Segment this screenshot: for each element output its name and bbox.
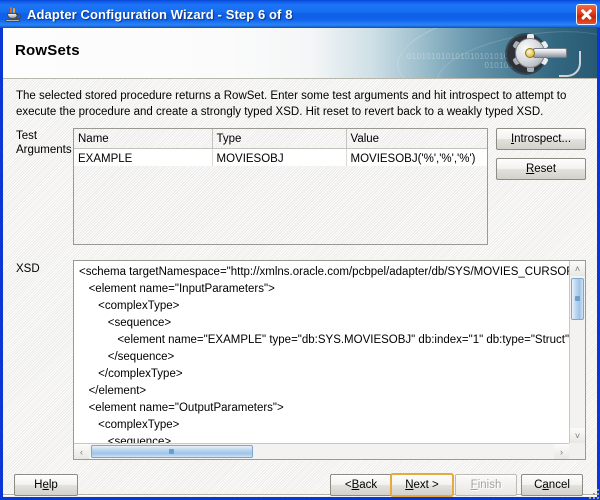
vertical-scrollbar-thumb[interactable] bbox=[571, 278, 584, 320]
test-arguments-label-line1: Test bbox=[16, 130, 38, 142]
introspect-button[interactable]: Introspect... bbox=[496, 128, 586, 150]
scroll-right-icon[interactable]: › bbox=[554, 444, 569, 459]
title-bar: Adapter Configuration Wizard - Step 6 of… bbox=[0, 0, 600, 28]
help-button[interactable]: He lp bbox=[14, 474, 78, 496]
scroll-down-icon[interactable]: ˅ bbox=[570, 428, 585, 443]
table-empty-area bbox=[74, 166, 487, 244]
scroll-up-icon[interactable]: ˄ bbox=[570, 261, 585, 276]
horizontal-scrollbar-thumb[interactable] bbox=[91, 445, 253, 458]
cancel-label-post: ncel bbox=[548, 479, 570, 491]
table-header-row: Name Type Value bbox=[74, 129, 487, 149]
xsd-text-area[interactable]: <schema targetNamespace="http://xmlns.or… bbox=[73, 260, 586, 460]
back-mnemonic: B bbox=[351, 479, 360, 491]
page-title: RowSets bbox=[15, 42, 80, 59]
dialog-client-area: 01010101010101010101010101 0101010101 Ro… bbox=[3, 28, 597, 497]
finish-button: Finish bbox=[455, 474, 517, 496]
xsd-line: <element name="OutputParameters"> bbox=[79, 402, 284, 414]
xsd-line: <complexType> bbox=[79, 419, 180, 431]
reset-button[interactable]: Reset bbox=[496, 158, 586, 180]
java-coffee-cup-icon bbox=[4, 5, 22, 23]
test-arguments-label-line2: Arguments bbox=[16, 144, 72, 156]
cancel-label-pre: C bbox=[534, 479, 543, 491]
introspect-label-rest: ntrospect... bbox=[514, 133, 572, 145]
xsd-line: </sequence> bbox=[79, 351, 175, 363]
finish-label-post: inish bbox=[477, 479, 502, 491]
next-mnemonic: N bbox=[405, 479, 414, 491]
reset-label-rest: eset bbox=[534, 163, 557, 175]
next-label-post: ext > bbox=[413, 479, 439, 491]
xsd-line: <complexType> bbox=[79, 300, 180, 312]
xsd-line: <element name="InputParameters"> bbox=[79, 283, 275, 295]
xsd-line: <schema targetNamespace="http://xmlns.or… bbox=[79, 266, 569, 278]
xsd-line: <sequence> bbox=[79, 317, 172, 329]
xsd-line: <element name="EXAMPLE" type="db:SYS.MOV… bbox=[79, 334, 569, 346]
reset-mnemonic: R bbox=[525, 163, 535, 175]
page-banner: 01010101010101010101010101 0101010101 Ro… bbox=[3, 28, 597, 79]
window-title: Adapter Configuration Wizard - Step 6 of… bbox=[27, 6, 293, 22]
xsd-horizontal-scrollbar[interactable]: ‹ › bbox=[74, 443, 569, 459]
back-label-pre: < bbox=[344, 479, 352, 491]
test-arguments-table[interactable]: Name Type Value EXAMPLE MOVIESOBJ MOVIES… bbox=[73, 128, 488, 245]
gear-wrench-icon bbox=[503, 29, 581, 77]
next-button[interactable]: Next > bbox=[390, 473, 454, 497]
xsd-vertical-scrollbar[interactable]: ˄ ˅ bbox=[569, 261, 585, 443]
column-header-type[interactable]: Type bbox=[212, 129, 347, 149]
adapter-configuration-wizard-window: Adapter Configuration Wizard - Step 6 of… bbox=[0, 0, 600, 500]
cancel-button[interactable]: Ca ncel bbox=[521, 474, 583, 496]
xsd-label: XSD bbox=[16, 263, 40, 275]
help-label-pre: H bbox=[34, 479, 43, 491]
back-label-post: ack bbox=[359, 479, 378, 491]
finish-mnemonic: F bbox=[470, 479, 478, 491]
help-label-post: lp bbox=[48, 479, 58, 491]
column-header-name[interactable]: Name bbox=[74, 129, 213, 149]
column-header-value[interactable]: Value bbox=[346, 129, 487, 149]
scroll-left-icon[interactable]: ‹ bbox=[74, 444, 89, 459]
close-icon[interactable] bbox=[576, 3, 597, 25]
xsd-content[interactable]: <schema targetNamespace="http://xmlns.or… bbox=[74, 261, 569, 443]
back-button[interactable]: < Back bbox=[330, 474, 392, 496]
xsd-line: </element> bbox=[79, 385, 147, 397]
page-description: The selected stored procedure returns a … bbox=[16, 90, 567, 118]
resize-grip-icon[interactable] bbox=[587, 487, 599, 499]
scrollbar-corner bbox=[569, 443, 585, 459]
test-arguments-label: Test Arguments bbox=[16, 129, 74, 157]
xsd-line: <sequence> bbox=[79, 436, 172, 443]
xsd-line: </complexType> bbox=[79, 368, 183, 380]
